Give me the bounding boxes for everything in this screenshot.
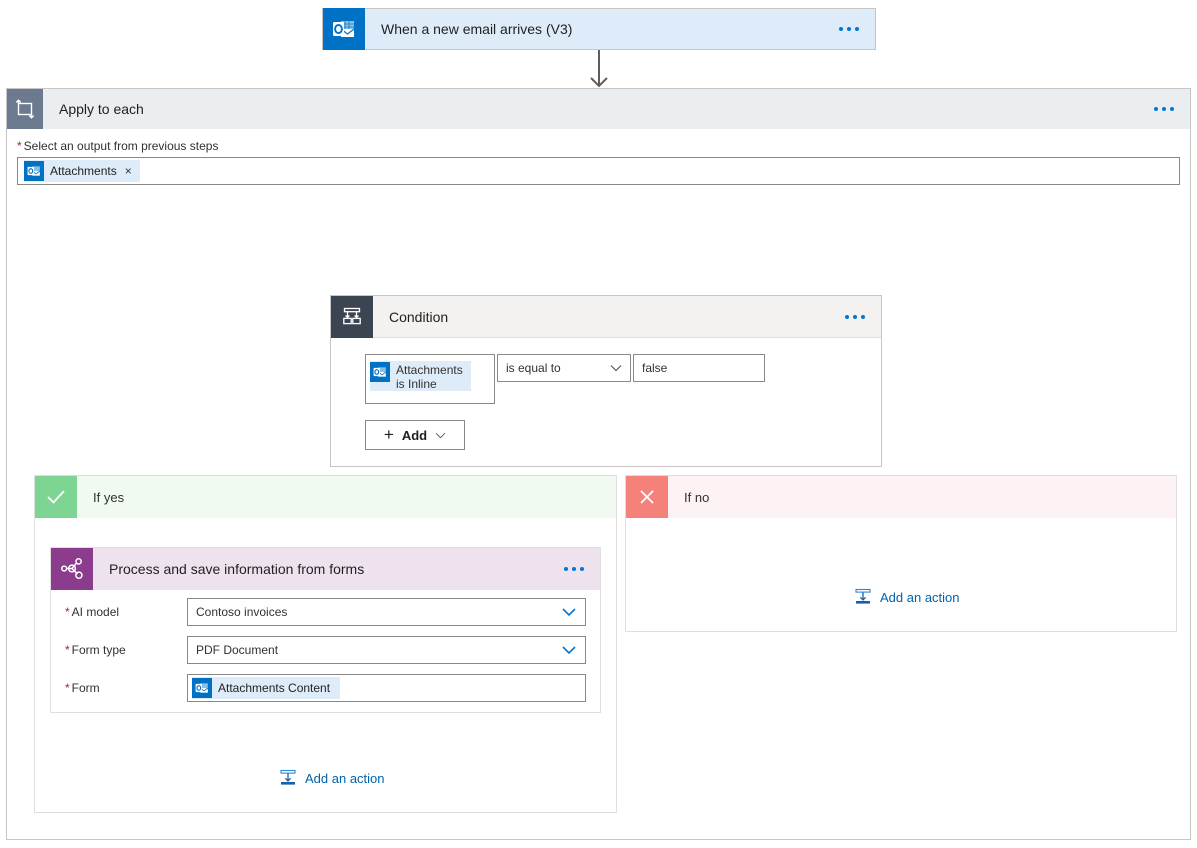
ai-builder-icon [51,548,93,590]
form-type-value: PDF Document [196,643,278,657]
required-marker: * [65,643,70,657]
outlook-icon [192,678,212,698]
form-type-label: *Form type [65,643,187,657]
insert-below-icon [854,588,872,606]
chevron-down-icon [561,645,577,655]
chevron-down-icon [435,432,446,439]
apply-to-each-body: *Select an output from previous steps At… [7,129,1190,185]
trigger-title: When a new email arrives (V3) [365,21,572,37]
form-label: *Form [65,681,187,695]
branch-if-yes-header: If yes [35,476,616,518]
checkmark-icon [35,476,77,518]
flow-designer-canvas: When a new email arrives (V3) Apply to e… [0,0,1197,848]
attachments-content-token-label: Attachments Content [218,681,340,695]
attachments-token-label: Attachments [50,164,117,178]
ai-builder-action-body: *AI model Contoso invoices *Form type [51,590,600,702]
branch-if-no-title: If no [668,490,709,505]
ai-builder-action-more-menu[interactable] [564,567,584,571]
chevron-down-icon [610,364,622,372]
field-row-ai-model: *AI model Contoso invoices [65,598,586,626]
ai-builder-action-title: Process and save information from forms [93,561,364,577]
condition-header[interactable]: Condition [331,296,881,338]
add-action-if-yes-label: Add an action [305,771,385,786]
apply-to-each-scope: Apply to each *Select an output from pre… [6,88,1191,840]
condition-value-text: false [642,361,667,375]
condition-title: Condition [373,309,448,325]
add-action-if-yes[interactable]: Add an action [279,769,385,787]
action-card-process-and-save-information-from-forms: Process and save information from forms … [50,547,601,713]
required-marker: * [17,139,22,153]
condition-operator-dropdown[interactable]: is equal to [497,354,631,382]
form-token-input[interactable]: Attachments Content [187,674,586,702]
branch-if-no: If no [625,475,1177,632]
loop-icon [7,89,43,129]
close-icon[interactable]: × [125,164,132,178]
close-x-icon [626,476,668,518]
condition-body: Attachments is Inline is equal to [331,338,881,450]
condition-row: Attachments is Inline is equal to [365,354,881,404]
apply-to-each-more-menu[interactable] [1154,107,1174,111]
connector-arrowhead [589,76,609,88]
operand-line-2: is Inline [396,377,437,391]
condition-operator-value: is equal to [506,361,561,375]
required-marker: * [65,605,70,619]
ai-model-label: *AI model [65,605,187,619]
trigger-card-when-new-email-arrives[interactable]: When a new email arrives (V3) [322,8,876,50]
form-type-dropdown[interactable]: PDF Document [187,636,586,664]
insert-below-icon [279,769,297,787]
select-output-label-text: Select an output from previous steps [24,139,219,153]
attachments-content-token[interactable]: Attachments Content [192,677,340,699]
ai-model-value: Contoso invoices [196,605,287,619]
chevron-down-icon [561,607,577,617]
attachments-token[interactable]: Attachments × [24,160,140,182]
required-marker: * [65,681,70,695]
branch-if-no-header: If no [626,476,1176,518]
attachments-is-inline-token[interactable]: Attachments is Inline [370,361,471,391]
add-action-if-no[interactable]: Add an action [854,588,960,606]
trigger-more-menu[interactable] [839,27,859,31]
add-action-if-no-label: Add an action [880,590,960,605]
apply-to-each-header[interactable]: Apply to each [7,89,1190,129]
form-label-text: Form [72,681,100,695]
outlook-icon [323,8,365,50]
condition-branch-icon [331,296,373,338]
branch-if-yes-title: If yes [77,490,124,505]
condition-add-button[interactable]: + Add [365,420,465,450]
condition-operand-input[interactable]: Attachments is Inline [365,354,495,404]
select-output-input[interactable]: Attachments × [17,157,1180,185]
outlook-icon [370,362,390,382]
condition-value-input[interactable]: false [633,354,765,382]
operand-line-1: Attachments [396,363,463,377]
form-type-label-text: Form type [72,643,126,657]
ai-builder-action-header[interactable]: Process and save information from forms [51,548,600,590]
condition-more-menu[interactable] [845,315,865,319]
ai-model-dropdown[interactable]: Contoso invoices [187,598,586,626]
condition-card: Condition [330,295,882,467]
condition-add-label: Add [402,428,427,443]
outlook-icon [24,161,44,181]
field-row-form-type: *Form type PDF Document [65,636,586,664]
plus-icon: + [384,425,394,445]
ai-model-label-text: AI model [72,605,119,619]
apply-to-each-title: Apply to each [43,101,144,117]
select-output-label: *Select an output from previous steps [17,139,1180,153]
field-row-form: *Form [65,674,586,702]
